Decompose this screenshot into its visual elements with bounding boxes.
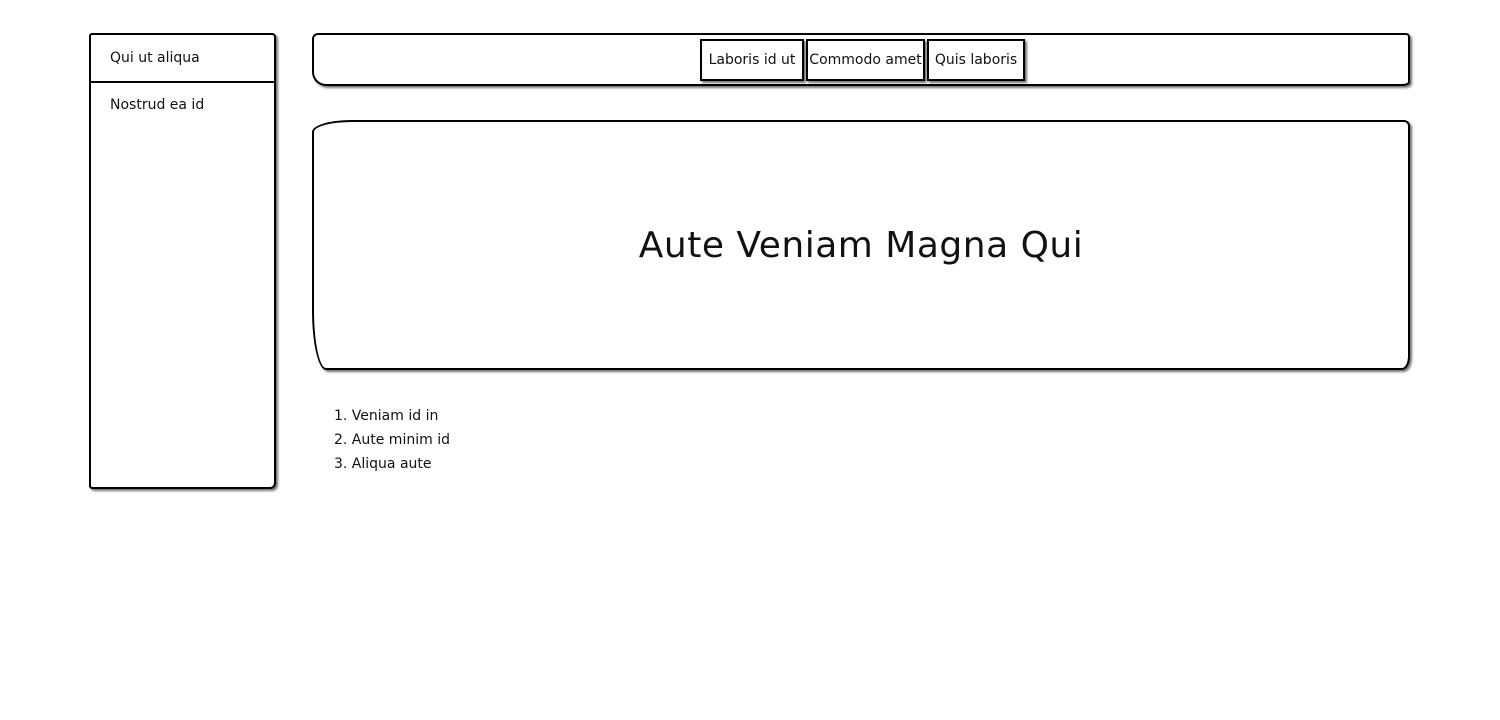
top-nav-bar: Laboris id ut Commodo amet Quis laboris bbox=[312, 33, 1410, 86]
sidebar-item-label: Nostrud ea id bbox=[110, 97, 205, 113]
sidebar: Qui ut aliqua Nostrud ea id bbox=[89, 33, 276, 489]
nav-button-quis-laboris[interactable]: Quis laboris bbox=[927, 39, 1025, 81]
nav-button-laboris-id-ut[interactable]: Laboris id ut bbox=[700, 39, 804, 81]
list-item: 1. Veniam id in bbox=[334, 408, 439, 424]
ordered-list: 1. Veniam id in 2. Aute minim id 3. Aliq… bbox=[334, 404, 450, 476]
list-item: 2. Aute minim id bbox=[334, 432, 450, 448]
list-item: 3. Aliqua aute bbox=[334, 456, 432, 472]
sidebar-header: Qui ut aliqua bbox=[91, 35, 274, 83]
hero-panel: Aute Veniam Magna Qui bbox=[312, 120, 1410, 370]
sidebar-title: Qui ut aliqua bbox=[110, 50, 200, 66]
hero-title: Aute Veniam Magna Qui bbox=[638, 224, 1084, 266]
sidebar-item-nostrud-ea-id[interactable]: Nostrud ea id bbox=[91, 97, 274, 113]
nav-button-commodo-amet[interactable]: Commodo amet bbox=[806, 39, 925, 81]
nav-button-group: Laboris id ut Commodo amet Quis laboris bbox=[700, 39, 1025, 81]
